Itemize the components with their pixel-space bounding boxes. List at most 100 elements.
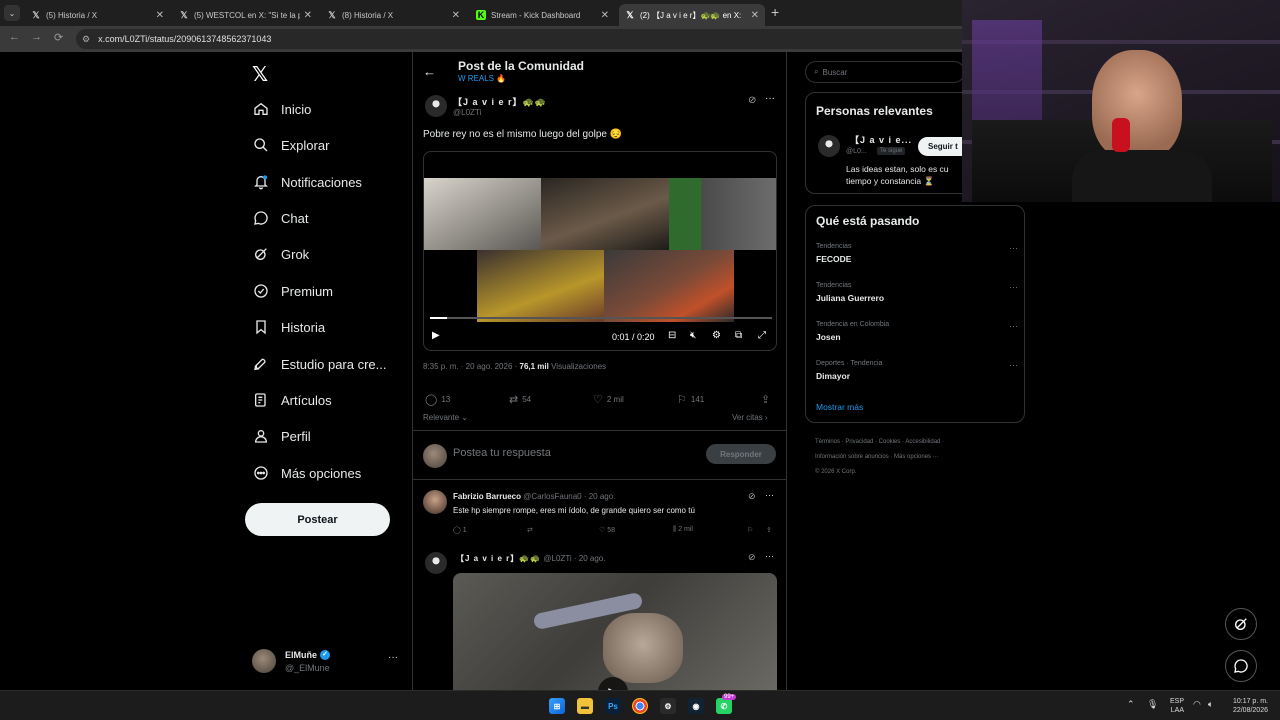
browser-tab[interactable]: 𝕏 (5) Historia / X ✕ [25, 4, 170, 26]
footer-line[interactable]: Información sobre anuncios · Más opcione… [815, 450, 1015, 465]
reply-input[interactable]: Postea tu respuesta [453, 447, 551, 459]
repost-action[interactable]: ⇄ 54 [509, 393, 531, 406]
sidebar-item-explorar[interactable]: Explorar [252, 136, 329, 154]
more-options-icon[interactable]: ··· [1009, 282, 1018, 292]
mute-icon[interactable]: 🔇︎ [690, 330, 696, 341]
more-options-icon[interactable]: ··· [765, 93, 775, 104]
sidebar-item-inicio[interactable]: Inicio [252, 100, 311, 118]
reply-video-thumbnail[interactable]: ▶ [453, 573, 777, 690]
video-player[interactable]: ▶ 0:01 / 0:20 ⊟ 🔇︎ ⚙ ⧉ ⤢ [423, 151, 777, 351]
person-name[interactable]: 【J a v i e... [850, 133, 912, 146]
x-logo-icon[interactable]: 𝕏 [252, 62, 268, 86]
sidebar-item-premium[interactable]: Premium [252, 282, 333, 300]
whatsapp-icon[interactable]: ✆ [716, 698, 732, 714]
grok-icon[interactable]: ⊘ [748, 491, 756, 502]
microphone-icon[interactable]: 🎙︎ [1147, 699, 1158, 710]
community-link[interactable]: W REALS 🔥 [458, 74, 506, 83]
author-handle[interactable]: @L0ZTi [453, 108, 481, 117]
post-time[interactable]: 8:35 p. m. · 20 ago. 2026 · [423, 362, 517, 371]
more-options-icon[interactable]: ··· [1009, 321, 1018, 331]
sidebar-item-chat[interactable]: Chat [252, 209, 308, 227]
reply-action[interactable]: ◯ 13 [425, 393, 450, 406]
views-action[interactable]: ⫼ 2 mil [673, 526, 693, 534]
back-button[interactable]: ← [9, 31, 20, 43]
bookmark-action[interactable]: ⚐ 141 [677, 393, 704, 406]
grok-icon[interactable]: ⊘ [748, 95, 756, 106]
sidebar-item-notificaciones[interactable]: Notificaciones [252, 173, 362, 191]
browser-tab[interactable]: 𝕏 (5) WESTCOL en X: "Si te la pasa ✕ [173, 4, 318, 26]
site-settings-icon[interactable]: ⚙ [82, 34, 90, 45]
close-tab-icon[interactable]: ✕ [304, 10, 312, 21]
more-options-icon[interactable]: ··· [388, 652, 398, 663]
app-icon[interactable]: ⚙ [660, 698, 676, 714]
play-icon[interactable]: ▶ [432, 330, 440, 341]
trend-item[interactable]: Tendencias Juliana Guerrero ··· [816, 282, 1018, 303]
captions-icon[interactable]: ⊟ [668, 330, 676, 341]
footer-line[interactable]: Términos · Privacidad · Cookies · Accesi… [815, 435, 1015, 450]
avatar[interactable] [818, 135, 840, 157]
sort-dropdown[interactable]: Relevante ⌄ [423, 413, 468, 422]
close-tab-icon[interactable]: ✕ [156, 10, 164, 21]
volume-icon[interactable]: 🔈︎ [1208, 699, 1213, 710]
sidebar-item-grok[interactable]: Grok [252, 245, 309, 263]
reload-button[interactable]: ⟳ [54, 31, 63, 44]
sidebar-item-estudio[interactable]: Estudio para cre... [252, 355, 387, 373]
like-action[interactable]: ♡ 2 mil [593, 393, 624, 406]
bookmark-icon[interactable]: ⚐ [747, 526, 753, 534]
browser-tab-active[interactable]: 𝕏 (2) 【J a v i e r】🐢🐢 en X: ✕ [619, 4, 765, 26]
like-action[interactable]: ♡ 58 [599, 526, 615, 534]
wifi-icon[interactable]: ◠ [1193, 699, 1201, 710]
tab-search-button[interactable]: ⌄ [4, 5, 20, 21]
clock[interactable]: 10:17 p. m. 22/08/2026 [1222, 697, 1268, 715]
tray-chevron-icon[interactable]: ⌃ [1127, 699, 1135, 710]
trend-item[interactable]: Deportes · Tendencia Dimayor ··· [816, 360, 1018, 381]
reply-button[interactable]: Responder [706, 444, 776, 464]
chat-fab-button[interactable] [1225, 650, 1257, 682]
pip-icon[interactable]: ⧉ [735, 330, 742, 341]
view-quotes-link[interactable]: Ver citas › [732, 413, 768, 422]
browser-tab[interactable]: 𝕏 (8) Historia / X ✕ [321, 4, 466, 26]
more-options-icon[interactable]: ··· [1009, 243, 1018, 253]
trend-item[interactable]: Tendencias FECODE ··· [816, 243, 1018, 264]
person-handle[interactable]: @L0... [846, 148, 867, 155]
author-name[interactable]: 【J a v i e r】🐢🐢 [453, 95, 547, 108]
author-avatar[interactable] [425, 95, 447, 117]
show-more-link[interactable]: Mostrar más [816, 402, 863, 412]
language-indicator[interactable]: ESP LAA [1164, 697, 1184, 715]
reply-author[interactable]: 【J a v i e r】🐢🐢 @L0ZTi · 20 ago. [456, 553, 605, 564]
more-options-icon[interactable]: ··· [1009, 360, 1018, 370]
back-arrow-icon[interactable]: ← [423, 64, 436, 79]
forward-button[interactable]: → [31, 31, 42, 43]
more-options-icon[interactable]: ··· [765, 490, 774, 500]
sidebar-item-mas-opciones[interactable]: Más opciones [252, 464, 361, 482]
file-explorer-icon[interactable]: ▬ [577, 698, 593, 714]
trend-item[interactable]: Tendencia en Colombia Josen ··· [816, 321, 1018, 342]
close-tab-icon[interactable]: ✕ [601, 10, 609, 21]
reply-action[interactable]: ◯ 1 [453, 526, 467, 534]
fullscreen-icon[interactable]: ⤢ [758, 330, 766, 341]
windows-start-icon[interactable]: ⊞ [549, 698, 565, 714]
reply-author[interactable]: Fabrizio Barrueco @CarlosFauna0 · 20 ago… [453, 492, 615, 501]
reply-avatar[interactable] [423, 490, 447, 514]
video-progress-bar[interactable] [430, 317, 772, 319]
post-button[interactable]: Postear [245, 503, 390, 536]
account-switcher[interactable]: ElMuñe ✓ @_ElMune ··· [252, 648, 402, 678]
more-options-icon[interactable]: ··· [765, 551, 774, 561]
repost-action[interactable]: ⇄ [527, 526, 533, 534]
settings-gear-icon[interactable]: ⚙ [712, 330, 721, 341]
url-input[interactable]: ⚙ x.com/L0ZTi/status/2090613748562371043 [76, 29, 976, 49]
close-tab-icon[interactable]: ✕ [751, 10, 759, 21]
close-tab-icon[interactable]: ✕ [452, 10, 460, 21]
search-input[interactable]: ⌕ Buscar [805, 61, 965, 83]
reply-avatar[interactable] [425, 552, 447, 574]
photoshop-icon[interactable]: Ps [605, 698, 621, 714]
sidebar-item-perfil[interactable]: Perfil [252, 427, 311, 445]
sidebar-item-articulos[interactable]: Artículos [252, 391, 332, 409]
grok-fab-button[interactable] [1225, 608, 1257, 640]
grok-icon[interactable]: ⊘ [748, 552, 756, 563]
share-action[interactable]: ⇪ [761, 393, 774, 406]
obs-icon[interactable]: ◉ [688, 698, 704, 714]
sidebar-item-historia[interactable]: Historia [252, 318, 325, 336]
new-tab-button[interactable]: + [771, 4, 779, 20]
share-icon[interactable]: ⇪ [766, 526, 772, 534]
